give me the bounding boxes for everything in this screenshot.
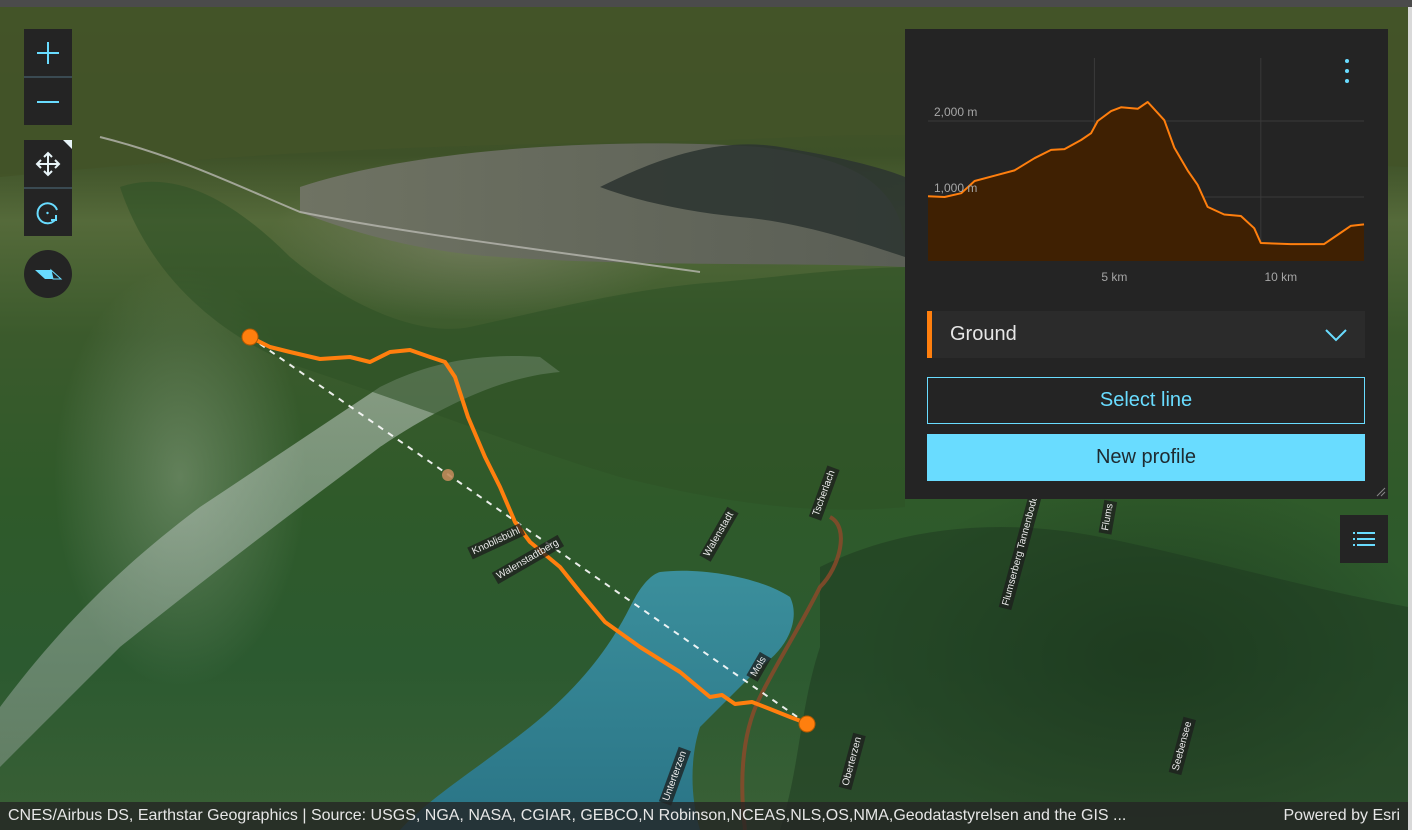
x-tick-label: 10 km bbox=[1264, 270, 1297, 284]
more-options-button[interactable] bbox=[1340, 59, 1354, 83]
rotate-button[interactable] bbox=[24, 189, 72, 236]
elevation-profile-panel: 1,000 m 2,000 m 5 km 10 km Ground Select l… bbox=[905, 29, 1388, 499]
profile-area bbox=[928, 102, 1364, 261]
list-icon bbox=[1353, 532, 1375, 546]
more-vertical-icon bbox=[1345, 59, 1349, 63]
zoom-in-button[interactable] bbox=[24, 29, 72, 76]
minus-icon bbox=[37, 100, 59, 103]
compass-icon bbox=[35, 268, 63, 280]
y-tick-label: 2,000 m bbox=[934, 105, 977, 119]
navigation-toggle bbox=[24, 140, 72, 236]
active-indicator bbox=[63, 140, 72, 149]
profile-mode-selected: Ground bbox=[950, 323, 1017, 345]
plus-icon bbox=[37, 41, 59, 64]
more-vertical-icon bbox=[1345, 69, 1349, 73]
window-top-bar bbox=[0, 0, 1412, 7]
chevron-down-icon bbox=[1325, 328, 1347, 342]
elevation-chart[interactable]: 1,000 m 2,000 m 5 km 10 km bbox=[905, 29, 1388, 299]
profile-mode-dropdown[interactable]: Ground bbox=[927, 311, 1365, 358]
resize-handle-icon[interactable] bbox=[1374, 485, 1386, 497]
zoom-controls bbox=[24, 29, 72, 125]
more-vertical-icon bbox=[1345, 79, 1349, 83]
start-marker bbox=[241, 328, 259, 346]
y-tick-label: 1,000 m bbox=[934, 181, 977, 195]
layer-list-button[interactable] bbox=[1340, 515, 1388, 563]
window-edge bbox=[1408, 7, 1412, 830]
select-line-button[interactable]: Select line bbox=[927, 377, 1365, 424]
zoom-out-button[interactable] bbox=[24, 78, 72, 125]
pan-arrows-icon bbox=[35, 151, 61, 176]
x-tick-label: 5 km bbox=[1101, 270, 1127, 284]
compass-button[interactable] bbox=[24, 250, 72, 298]
hover-marker bbox=[442, 469, 454, 481]
attribution-sources[interactable]: CNES/Airbus DS, Earthstar Geographics | … bbox=[8, 807, 1266, 825]
new-profile-button[interactable]: New profile bbox=[927, 434, 1365, 481]
end-marker bbox=[798, 715, 816, 733]
attribution-bar: CNES/Airbus DS, Earthstar Geographics | … bbox=[0, 802, 1408, 830]
powered-by-esri[interactable]: Powered by Esri bbox=[1284, 807, 1401, 825]
rotate-icon bbox=[36, 201, 58, 224]
